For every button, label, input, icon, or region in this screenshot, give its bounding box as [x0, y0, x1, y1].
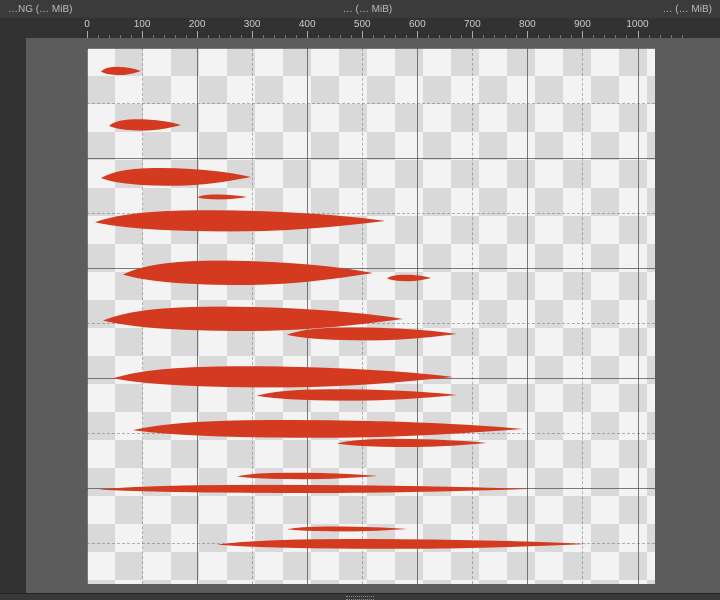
canvas[interactable] — [87, 48, 655, 584]
canvas-boundary — [87, 48, 655, 584]
brush-stroke — [337, 438, 487, 448]
ruler-tick: 400 — [287, 18, 327, 38]
ruler-tick: 1000 — [618, 18, 658, 38]
ruler-origin-corner[interactable] — [0, 18, 27, 39]
brush-stroke — [287, 326, 457, 342]
ruler-horizontal[interactable]: 0 100 200 300 400 500 600 700 800 900 1000 — [26, 18, 720, 39]
brush-stroke — [237, 472, 377, 480]
brush-stroke — [101, 166, 251, 188]
viewport[interactable] — [26, 38, 720, 594]
brush-stroke — [197, 194, 247, 200]
ruler-tick: 100 — [122, 18, 162, 38]
title-center: … (… MiB) — [343, 4, 392, 15]
ruler-tick: 600 — [397, 18, 437, 38]
brush-stroke — [101, 66, 141, 76]
brush-stroke — [113, 364, 453, 390]
brush-stroke — [257, 388, 457, 402]
brush-stroke — [217, 538, 587, 550]
ruler-tick: 900 — [562, 18, 602, 38]
ruler-tick: 700 — [452, 18, 492, 38]
paint-layer — [87, 48, 655, 584]
title-right: … (… MiB) — [663, 4, 712, 15]
ruler-tick: 0 — [67, 18, 107, 38]
title-bar: …NG (… MiB) … (… MiB) … (… MiB) — [0, 0, 720, 19]
ruler-tick: 200 — [177, 18, 217, 38]
brush-stroke — [99, 484, 529, 494]
brush-stroke — [109, 118, 181, 132]
ruler-vertical[interactable] — [0, 38, 27, 594]
title-left: …NG (… MiB) — [8, 4, 72, 15]
brush-stroke — [123, 258, 373, 288]
ruler-tick: 800 — [507, 18, 547, 38]
brush-stroke — [287, 526, 407, 532]
ruler-tick: 300 — [232, 18, 272, 38]
status-bar[interactable] — [0, 593, 720, 600]
ruler-tick: 500 — [342, 18, 382, 38]
brush-stroke — [133, 418, 523, 440]
brush-stroke — [387, 274, 431, 282]
brush-stroke — [95, 208, 385, 234]
